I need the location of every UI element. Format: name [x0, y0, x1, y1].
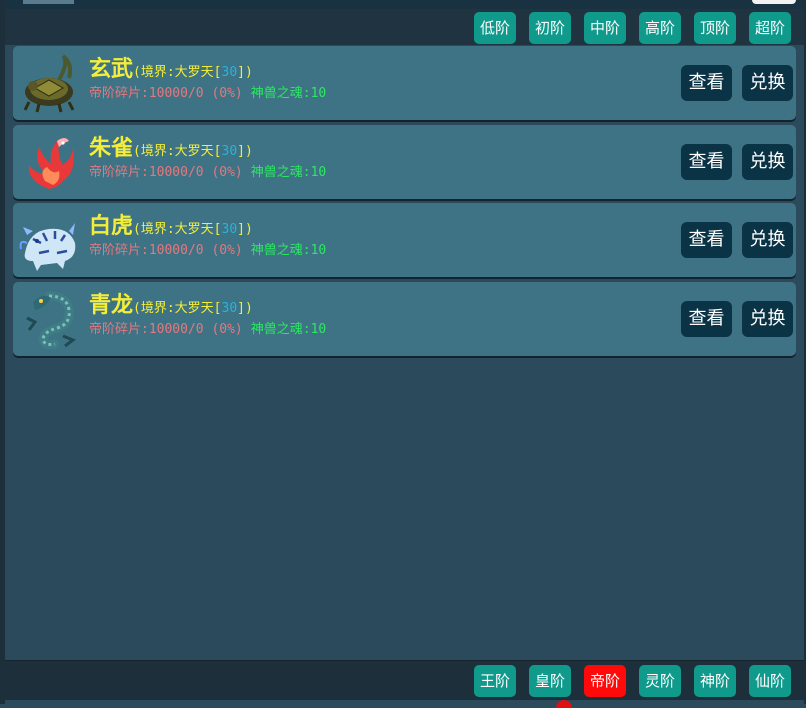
view-button[interactable]: 查看: [681, 65, 732, 101]
realm-info: (境界:大罗天[30]): [133, 144, 253, 159]
exchange-button[interactable]: 兑换: [742, 301, 793, 337]
view-button[interactable]: 查看: [681, 222, 732, 258]
dragon-icon: [26, 291, 77, 349]
phoenix-icon: [28, 138, 74, 189]
beast-card-xuanwu: 玄武(境界:大罗天[30]) 帝阶碎片:10000/0 (0%) 神兽之魂:10 …: [13, 46, 796, 120]
beast-name-text: 朱雀: [89, 135, 134, 161]
realm-info: (境界:大罗天[30]): [133, 65, 253, 80]
beast-card-baihu: 白虎(境界:大罗天[30]) 帝阶碎片:10000/0 (0%) 神兽之魂:10 …: [13, 203, 796, 277]
view-button[interactable]: 查看: [681, 144, 732, 180]
exchange-button[interactable]: 兑换: [742, 144, 793, 180]
beast-card-qinglong: 青龙(境界:大罗天[30]) 帝阶碎片:10000/0 (0%) 神兽之魂:10 …: [13, 282, 796, 356]
realm-info: (境界:大罗天[30]): [133, 222, 253, 237]
exchange-button[interactable]: 兑换: [742, 222, 793, 258]
tier-tab-emperor[interactable]: 帝阶: [584, 665, 626, 697]
beast-soul-count: 神兽之魂:10: [250, 165, 327, 180]
tier-filter-row: 低阶 初阶 中阶 高阶 顶阶 超阶: [5, 9, 804, 45]
beast-name-text: 玄武: [89, 56, 134, 82]
fragment-progress: 帝阶碎片:10000/0 (0%): [89, 165, 243, 180]
beast-name: 朱雀(境界:大罗天[30]): [89, 130, 253, 162]
left-edge: [0, 0, 5, 704]
realm-suffix: ]): [237, 222, 253, 237]
beast-name: 玄武(境界:大罗天[30]): [89, 51, 253, 83]
fragment-progress: 帝阶碎片:10000/0 (0%): [89, 322, 243, 337]
realm-prefix: (境界:大罗天[: [133, 301, 222, 316]
tier-tab-king[interactable]: 王阶: [474, 665, 516, 697]
realm-info: (境界:大罗天[30]): [133, 301, 253, 316]
top-tab[interactable]: [23, 0, 74, 4]
beast-stats: 帝阶碎片:10000/0 (0%) 神兽之魂:10: [89, 318, 326, 337]
tier-filter-high[interactable]: 高阶: [639, 12, 681, 44]
realm-suffix: ]): [237, 144, 253, 159]
view-button[interactable]: 查看: [681, 301, 732, 337]
beast-stats: 帝阶碎片:10000/0 (0%) 神兽之魂:10: [89, 82, 326, 101]
tier-filter-initial[interactable]: 初阶: [529, 12, 571, 44]
realm-prefix: (境界:大罗天[: [133, 222, 222, 237]
beast-stats: 帝阶碎片:10000/0 (0%) 神兽之魂:10: [89, 161, 326, 180]
tier-tab-emperor-royal[interactable]: 皇阶: [529, 665, 571, 697]
top-pill[interactable]: [752, 0, 796, 4]
beast-card-zhuque: 朱雀(境界:大罗天[30]) 帝阶碎片:10000/0 (0%) 神兽之魂:10 …: [13, 125, 796, 199]
beast-stats: 帝阶碎片:10000/0 (0%) 神兽之魂:10: [89, 239, 326, 258]
exchange-button[interactable]: 兑换: [742, 65, 793, 101]
realm-level: 30: [221, 301, 238, 316]
realm-level: 30: [221, 222, 238, 237]
realm-suffix: ]): [237, 301, 253, 316]
realm-prefix: (境界:大罗天[: [133, 144, 222, 159]
realm-level: 30: [221, 65, 238, 80]
fragment-progress: 帝阶碎片:10000/0 (0%): [89, 243, 243, 258]
beast-name: 白虎(境界:大罗天[30]): [89, 208, 253, 240]
tier-tab-immortal[interactable]: 仙阶: [749, 665, 791, 697]
realm-level: 30: [221, 144, 238, 159]
beast-soul-count: 神兽之魂:10: [250, 243, 327, 258]
tier-tab-god[interactable]: 神阶: [694, 665, 736, 697]
bottom-tier-bar: 王阶 皇阶 帝阶 灵阶 神阶 仙阶: [5, 660, 804, 701]
turtle-snake-icon: [23, 54, 75, 113]
beast-name: 青龙(境界:大罗天[30]): [89, 287, 253, 319]
beast-name-text: 青龙: [89, 292, 134, 318]
tiger-icon: [19, 223, 76, 271]
tier-filter-low[interactable]: 低阶: [474, 12, 516, 44]
tier-filter-super[interactable]: 超阶: [749, 12, 791, 44]
bottom-strip: [5, 700, 804, 704]
tier-filter-middle[interactable]: 中阶: [584, 12, 626, 44]
realm-suffix: ]): [237, 65, 253, 80]
tier-filter-top[interactable]: 顶阶: [694, 12, 736, 44]
beast-soul-count: 神兽之魂:10: [250, 322, 327, 337]
beast-soul-count: 神兽之魂:10: [250, 86, 327, 101]
tier-tab-spirit[interactable]: 灵阶: [639, 665, 681, 697]
beast-name-text: 白虎: [89, 213, 134, 239]
fragment-progress: 帝阶碎片:10000/0 (0%): [89, 86, 243, 101]
top-bar: [5, 0, 804, 9]
realm-prefix: (境界:大罗天[: [133, 65, 222, 80]
